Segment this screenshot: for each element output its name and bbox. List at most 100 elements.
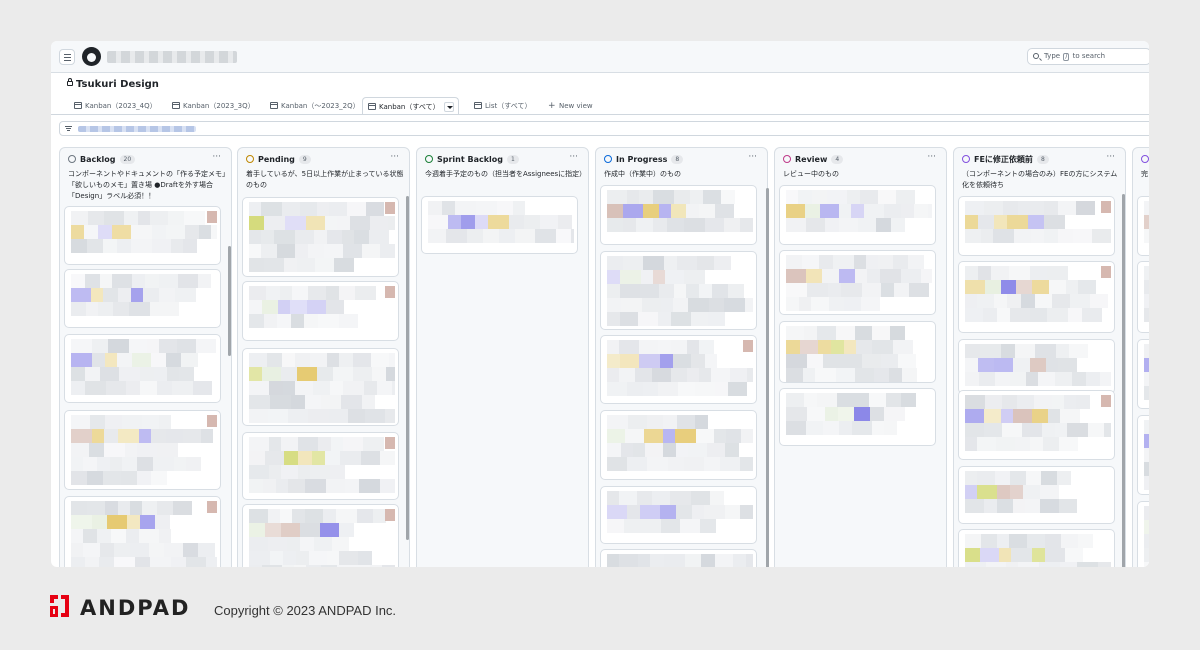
scrollbar[interactable] [406,196,409,540]
new-view-button[interactable]: + New view [547,97,593,115]
redacted-content [121,471,137,485]
card[interactable] [779,250,936,315]
redacted-content [676,443,688,457]
redacted-content [993,229,1014,243]
redacted-content [638,312,658,326]
card[interactable] [600,185,757,245]
more-icon[interactable]: ··· [212,152,221,162]
redacted-content [627,505,640,519]
tab-kanban-2023-4q[interactable]: Kanban（2023_4Q） [73,97,157,115]
redacted-content [105,415,122,429]
tab-kanban-until-2023-2q[interactable]: Kanban（〜2023_2Q） [269,97,360,115]
redacted-content [264,314,277,328]
redacted-content [249,216,264,230]
card[interactable] [242,281,399,341]
redacted-content [139,529,159,543]
redacted-content [699,340,714,354]
redacted-content [623,218,636,232]
redacted-content [290,300,307,314]
redacted-content [695,415,708,429]
more-icon[interactable]: ··· [927,152,936,162]
redacted-content [343,437,363,451]
redacted-content [691,354,705,368]
redacted-avatar [1101,201,1111,213]
search-input[interactable]: Type / to search [1027,48,1149,65]
github-logo-icon[interactable] [82,47,101,66]
card[interactable] [1137,339,1149,409]
card[interactable] [600,549,757,567]
redacted-content [111,529,126,543]
tab-kanban-all[interactable]: Kanban（すべて） [362,97,459,115]
redacted-content [619,491,637,505]
redacted-content [650,554,664,567]
redacted-content [673,298,688,312]
menu-icon[interactable] [59,49,75,65]
card[interactable] [958,261,1115,333]
card[interactable] [958,390,1115,460]
chevron-down-icon[interactable] [443,102,454,112]
card[interactable] [779,388,936,446]
card[interactable] [600,410,757,480]
redacted-content [143,288,159,302]
more-icon[interactable]: ··· [1106,152,1115,162]
more-icon[interactable]: ··· [569,152,578,162]
column-header: FEに修正依頼前 8 [962,154,1049,166]
redacted-content [884,421,897,435]
card[interactable] [242,348,399,426]
tab-kanban-2023-3q[interactable]: Kanban（2023_3Q） [171,97,255,115]
tab-list-all[interactable]: List（すべて） [473,97,531,115]
card[interactable] [64,269,221,328]
card[interactable] [600,251,757,330]
card[interactable] [64,496,221,567]
redacted-content [965,229,981,243]
redacted-content [881,283,894,297]
redacted-content [817,393,837,407]
redacted-content [150,302,163,316]
card[interactable] [421,196,578,254]
card[interactable] [779,321,936,383]
more-icon[interactable]: ··· [748,152,757,162]
redacted-content [291,395,305,409]
breadcrumb-blurred[interactable] [107,51,237,63]
card[interactable] [242,504,399,567]
card[interactable] [1137,261,1149,333]
card[interactable] [1137,501,1149,567]
card[interactable] [600,335,757,404]
item-count: 8 [671,155,684,164]
card[interactable] [1137,415,1149,495]
redacted-content [607,519,624,533]
redacted-content [370,565,382,567]
card[interactable] [600,486,757,544]
card[interactable] [242,197,399,277]
redacted-content [282,353,295,367]
redacted-content [627,382,643,396]
search-shortcut-key: / [1063,53,1070,61]
brand-name: ANDPAD [80,596,191,620]
scrollbar[interactable] [1122,194,1125,567]
redacted-content [884,407,905,421]
card[interactable] [64,410,221,490]
card[interactable] [958,529,1115,567]
card[interactable] [242,432,399,500]
card[interactable] [64,206,221,265]
column-header: Sprint Backlog 1 [425,154,519,166]
redacted-content [71,515,92,529]
redacted-content [249,565,262,567]
scrollbar[interactable] [766,188,769,567]
card[interactable] [958,196,1115,256]
filter-input[interactable] [59,121,1149,136]
redacted-content [985,395,1002,409]
redacted-content [889,368,902,382]
more-icon[interactable]: ··· [390,152,399,162]
card[interactable] [958,466,1115,524]
redacted-content [685,554,701,567]
card[interactable] [779,185,936,245]
card[interactable] [958,339,1115,394]
redacted-content [695,382,715,396]
redacted-content [684,270,705,284]
redacted-content [851,393,869,407]
redacted-content [711,368,730,382]
card[interactable] [64,334,221,403]
scrollbar[interactable] [228,246,231,356]
card[interactable] [1137,196,1149,256]
